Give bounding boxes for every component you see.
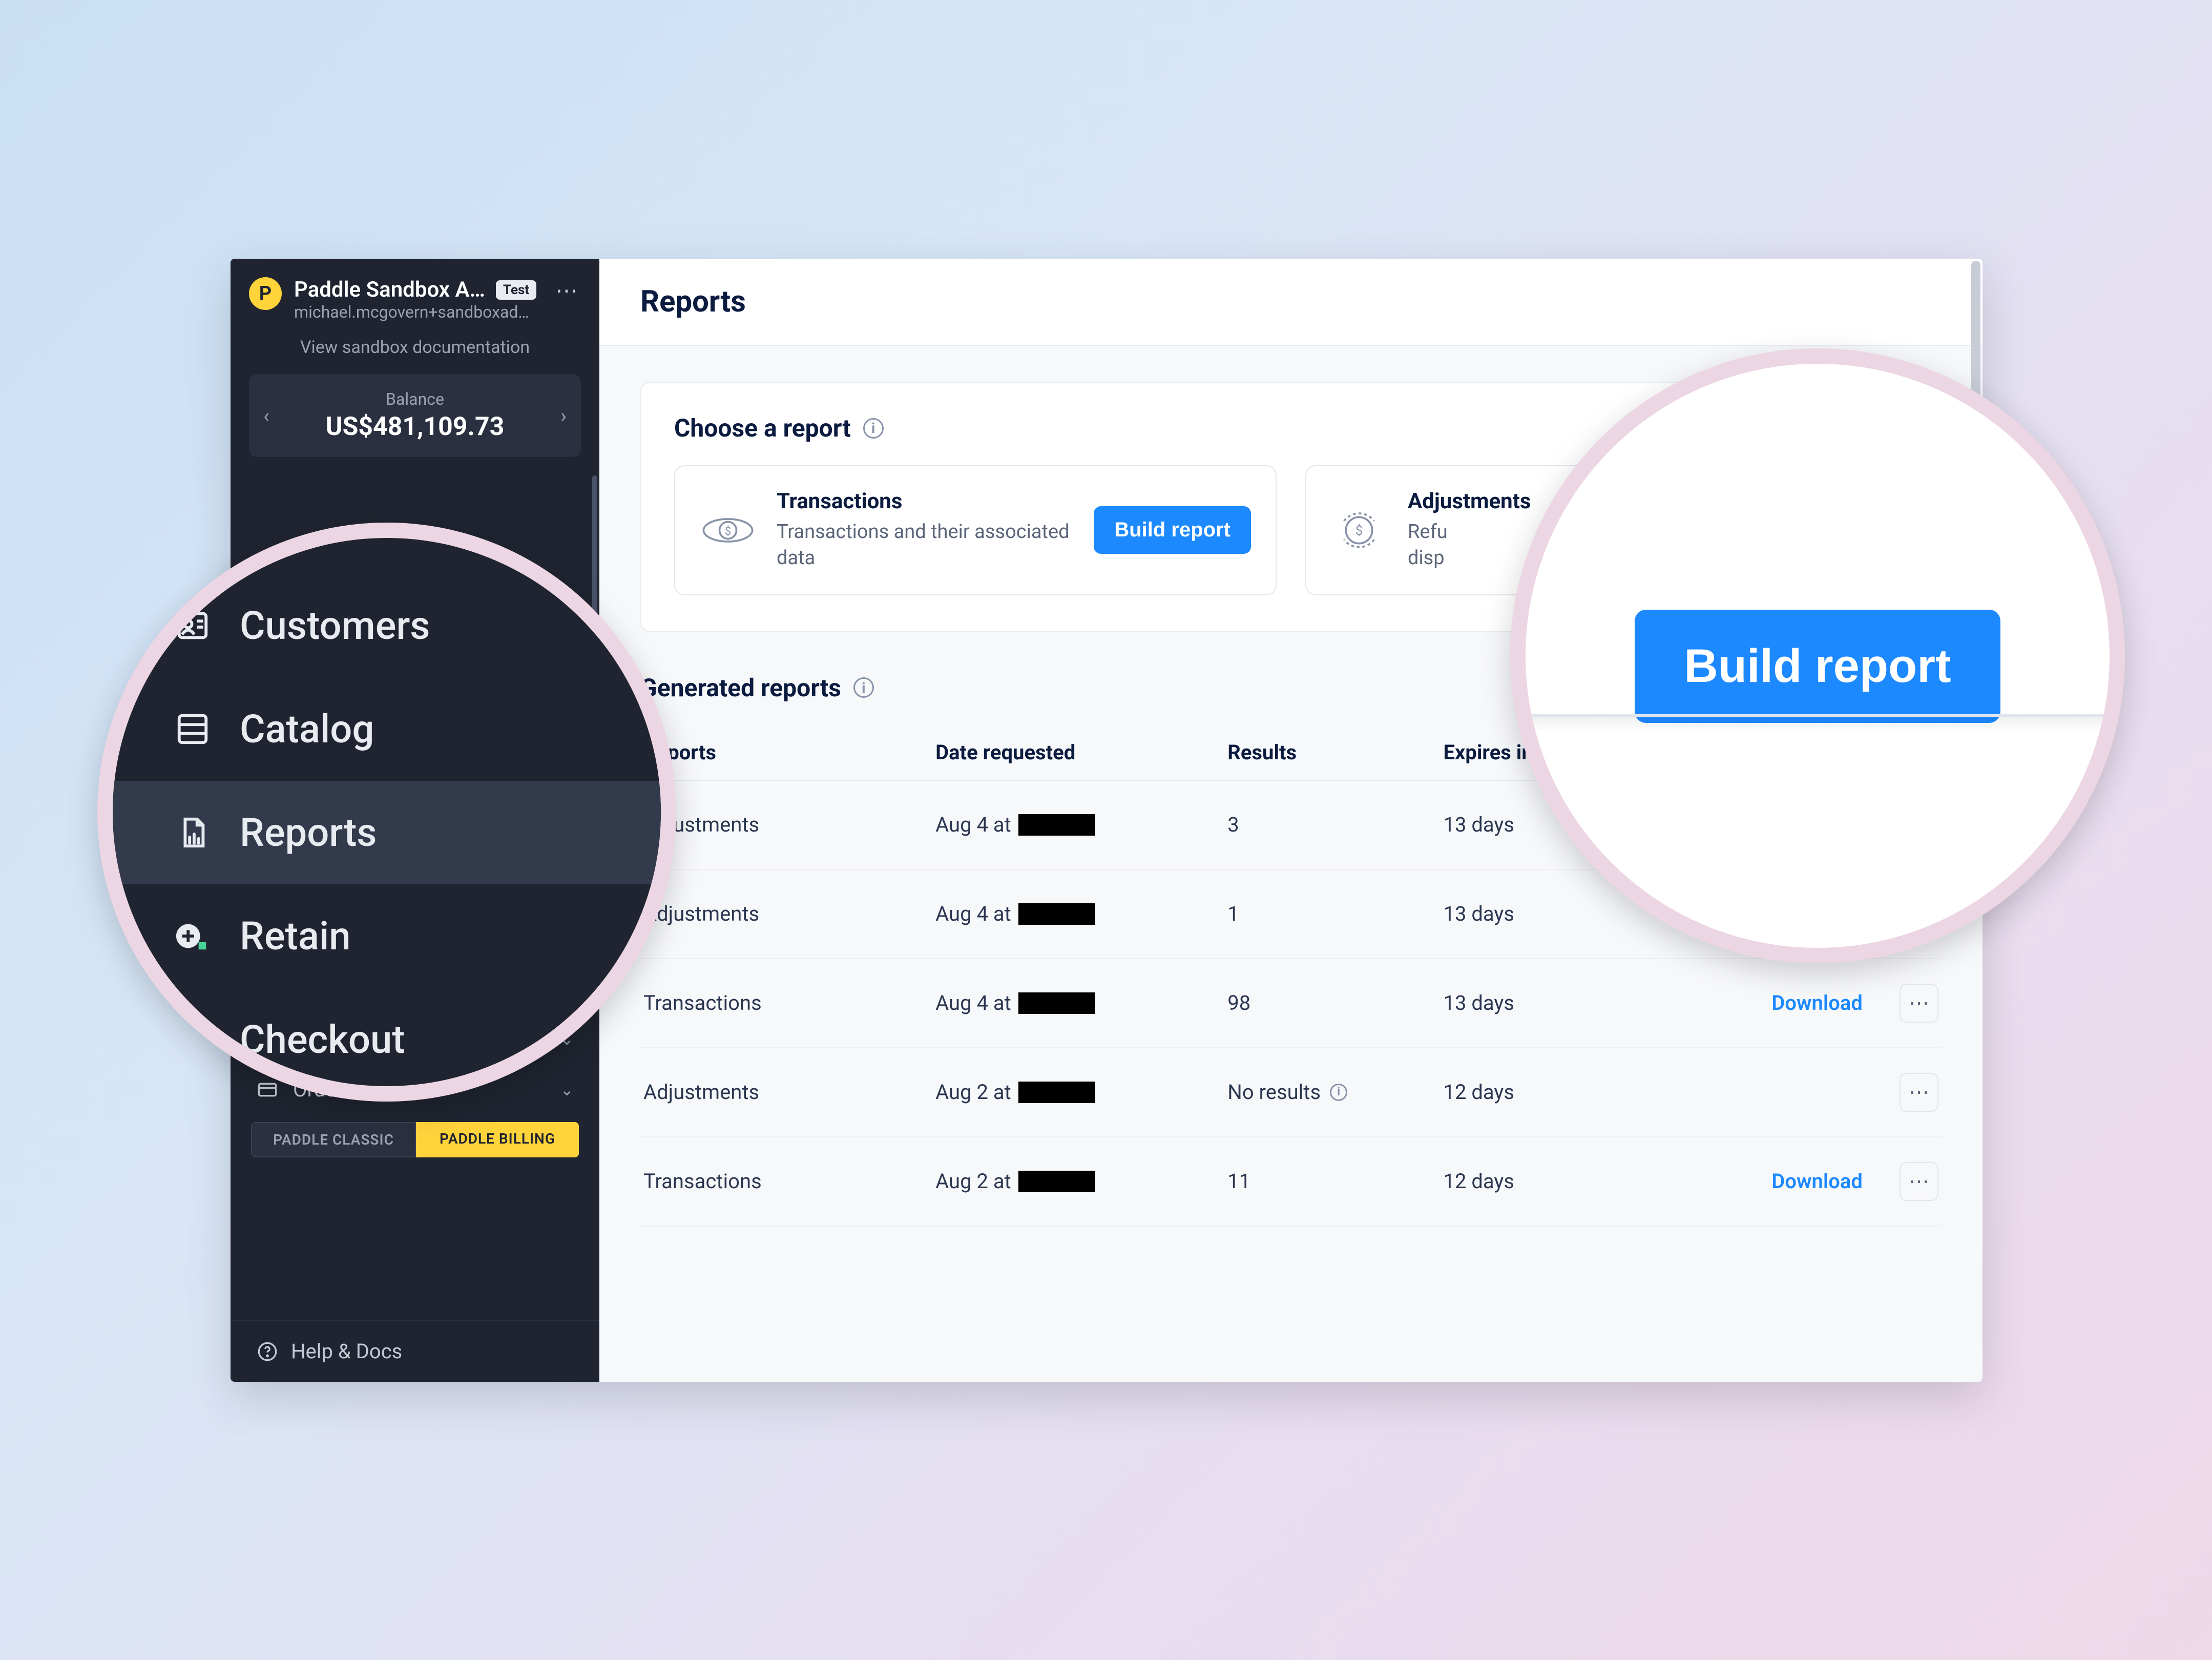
customers-icon [174, 607, 211, 644]
card-desc: Transactions and their associated data [777, 519, 1073, 572]
product-toggle: PADDLE CLASSIC PADDLE BILLING [251, 1122, 579, 1157]
account-email: michael.mcgovern+sandboxad… [294, 302, 540, 322]
balance-prev-button[interactable]: ‹ [263, 404, 269, 428]
choose-report-title: Choose a report [674, 413, 851, 443]
panel-shadow [1526, 717, 2110, 733]
transactions-icon: $ [700, 507, 756, 553]
adjustments-icon: $ [1331, 507, 1387, 553]
download-link[interactable]: Download [1684, 991, 1863, 1015]
chevron-down-icon: ⌄ [560, 1080, 574, 1099]
redacted-time [1018, 814, 1095, 836]
row-menu-button[interactable]: ⋯ [1900, 1073, 1938, 1112]
cell-report: Adjustments [643, 902, 923, 926]
svg-text:$: $ [725, 525, 731, 538]
cell-date: Aug 2 at [935, 1169, 1215, 1193]
cell-report: Adjustments [643, 813, 923, 837]
cell-results: 1 [1227, 902, 1431, 926]
table-row: Transactions Aug 4 at 98 13 days Downloa… [640, 959, 1942, 1048]
table-row: Transactions Aug 2 at 11 12 days Downloa… [640, 1137, 1942, 1227]
cell-date: Aug 2 at [935, 1080, 1215, 1104]
card-icon [256, 1078, 279, 1101]
balance-label: Balance [326, 389, 505, 409]
card-title: Transactions [777, 489, 1073, 514]
redacted-time [1018, 903, 1095, 925]
build-report-button-zoom[interactable]: Build report [1635, 610, 2000, 723]
balance-card: ‹ Balance US$481,109.73 › [249, 374, 581, 457]
sidebar-item-label: Reports [240, 810, 377, 856]
cell-results: 98 [1227, 991, 1431, 1015]
sidebar-item-reports[interactable]: Reports [113, 781, 661, 884]
report-card-transactions: $ Transactions Transactions and their as… [674, 465, 1277, 595]
cell-results: 3 [1227, 813, 1431, 837]
build-report-button[interactable]: Build report [1094, 506, 1251, 554]
help-docs-link[interactable]: Help & Docs [231, 1320, 599, 1382]
row-menu-button[interactable]: ⋯ [1900, 984, 1938, 1023]
zoom-nav: Customers Catalog Reports Retain Checkou… [113, 538, 661, 1091]
table-row: Adjustments Aug 2 at No results i 12 day… [640, 1048, 1942, 1137]
sidebar-header-texts: Paddle Sandbox Ad… Test michael.mcgovern… [294, 277, 540, 322]
brand-logo: P [249, 277, 282, 310]
redacted-time [1018, 1082, 1095, 1103]
sidebar-item-catalog[interactable]: Catalog [113, 677, 661, 781]
help-icon [256, 1340, 279, 1363]
magnifier-sidebar: Customers Catalog Reports Retain Checkou… [97, 523, 676, 1102]
redacted-time [1018, 1171, 1095, 1192]
info-icon[interactable]: i [853, 677, 874, 698]
reports-icon [174, 814, 211, 851]
app-name: Paddle Sandbox Ad… [294, 277, 489, 302]
main-header: Reports [599, 259, 1983, 346]
svg-text:$: $ [1355, 523, 1363, 538]
cell-results: 11 [1227, 1169, 1431, 1193]
row-menu-button[interactable]: ⋯ [1900, 1162, 1938, 1201]
cell-expires: 12 days [1443, 1080, 1672, 1104]
checkout-icon [174, 1021, 211, 1058]
cell-report: Transactions [643, 991, 923, 1015]
balance-next-button[interactable]: › [560, 404, 567, 428]
generated-reports-title: Generated reports [640, 673, 841, 702]
sidebar-item-label: Checkout [240, 1016, 405, 1063]
catalog-icon [174, 711, 211, 748]
page-title: Reports [640, 284, 1942, 319]
help-docs-label: Help & Docs [291, 1339, 402, 1363]
sidebar-item-retain[interactable]: Retain [113, 884, 661, 988]
toggle-classic[interactable]: PADDLE CLASSIC [251, 1122, 416, 1157]
info-icon[interactable]: i [1330, 1084, 1347, 1101]
sidebar-item-label: Retain [240, 913, 351, 959]
redacted-time [1018, 992, 1095, 1014]
balance-amount: US$481,109.73 [326, 412, 505, 442]
cell-results: No results i [1227, 1080, 1431, 1104]
account-menu-button[interactable]: ⋯ [552, 277, 581, 304]
col-date: Date requested [935, 740, 1215, 764]
sandbox-doc-link[interactable]: View sandbox documentation [231, 332, 599, 374]
magnifier-build-report: Build report [1510, 348, 2125, 963]
col-reports: Reports [643, 740, 923, 764]
cell-date: Aug 4 at [935, 991, 1215, 1015]
cell-report: Transactions [643, 1169, 923, 1193]
col-results: Results [1227, 740, 1431, 764]
retain-icon [174, 918, 211, 955]
cell-date: Aug 4 at [935, 902, 1215, 926]
env-badge: Test [496, 280, 536, 300]
sidebar-header: P Paddle Sandbox Ad… Test michael.mcgove… [231, 259, 599, 332]
toggle-billing[interactable]: PADDLE BILLING [416, 1122, 579, 1157]
cell-expires: 12 days [1443, 1169, 1672, 1193]
cell-date: Aug 4 at [935, 813, 1215, 837]
cell-report: Adjustments [643, 1080, 923, 1104]
download-link[interactable]: Download [1684, 1169, 1863, 1193]
sidebar-item-label: Customers [240, 603, 430, 649]
sidebar-item-label: Catalog [240, 706, 374, 752]
info-icon[interactable]: i [863, 418, 884, 439]
cell-expires: 13 days [1443, 991, 1672, 1015]
